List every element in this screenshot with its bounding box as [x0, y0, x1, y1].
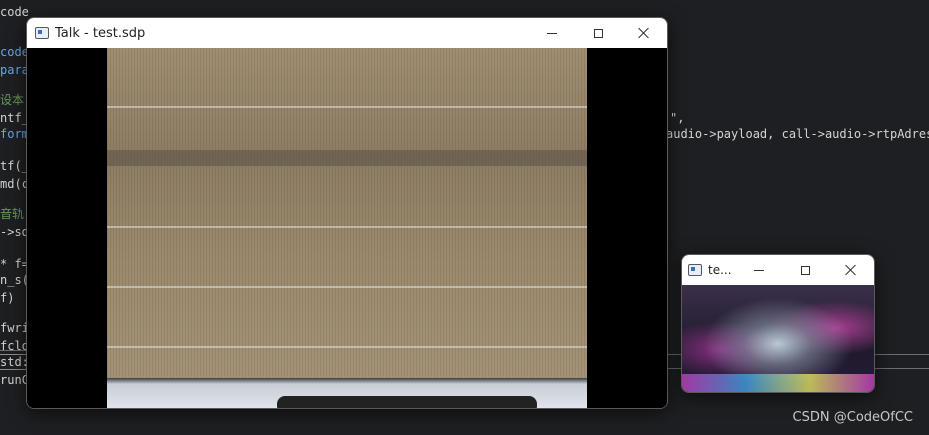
close-button[interactable] — [828, 255, 874, 285]
code-line: para — [0, 63, 29, 77]
maximize-button[interactable] — [575, 18, 621, 48]
code-line: ntf_ — [0, 111, 29, 125]
remote-video-frame — [107, 48, 587, 408]
code-line: form — [0, 127, 29, 141]
code-line: runC — [0, 373, 29, 387]
video-detail-band — [107, 150, 587, 168]
video-bottom-object — [277, 396, 537, 408]
close-button[interactable] — [621, 18, 667, 48]
code-line: ->sd — [0, 225, 29, 239]
preview-window[interactable]: te... — [681, 254, 875, 393]
code-fragment-audio: audio->payload, call->audio->rtpAdress — [666, 127, 929, 141]
minimize-icon — [754, 269, 764, 271]
close-icon — [845, 264, 857, 276]
code-line: n_s( — [0, 273, 29, 287]
code-line: fclo — [0, 339, 29, 353]
maximize-button[interactable] — [782, 255, 828, 285]
maximize-icon — [800, 265, 810, 275]
minimize-button[interactable] — [529, 18, 575, 48]
code-line: 音轨 — [0, 207, 25, 221]
code-line: md(c — [0, 177, 29, 191]
minimize-button[interactable] — [736, 255, 782, 285]
watermark: CSDN @CodeOfCC — [792, 410, 913, 425]
close-icon — [638, 27, 650, 39]
code-line: fwri — [0, 321, 29, 335]
app-icon — [35, 27, 49, 39]
window-controls — [529, 18, 667, 48]
code-line: 设本 — [0, 93, 25, 107]
video-lights — [682, 374, 874, 392]
local-video-frame — [682, 285, 874, 392]
maximize-icon — [593, 28, 603, 38]
code-line: f) — [0, 291, 15, 305]
preview-titlebar[interactable]: te... — [682, 255, 874, 285]
talk-window[interactable]: Talk - test.sdp — [26, 17, 668, 409]
window-controls — [736, 255, 874, 285]
code-line: tf(_ — [0, 159, 29, 173]
code-line: * f= — [0, 257, 29, 271]
preview-window-title: te... — [708, 263, 732, 277]
talk-window-title: Talk - test.sdp — [55, 25, 146, 41]
talk-titlebar[interactable]: Talk - test.sdp — [27, 18, 667, 48]
video-area — [27, 48, 667, 408]
minimize-icon — [547, 32, 557, 34]
app-icon — [688, 264, 702, 276]
code-fragment-quote: ", — [670, 111, 685, 125]
code-line: code — [0, 5, 29, 19]
code-line: code — [0, 45, 29, 59]
